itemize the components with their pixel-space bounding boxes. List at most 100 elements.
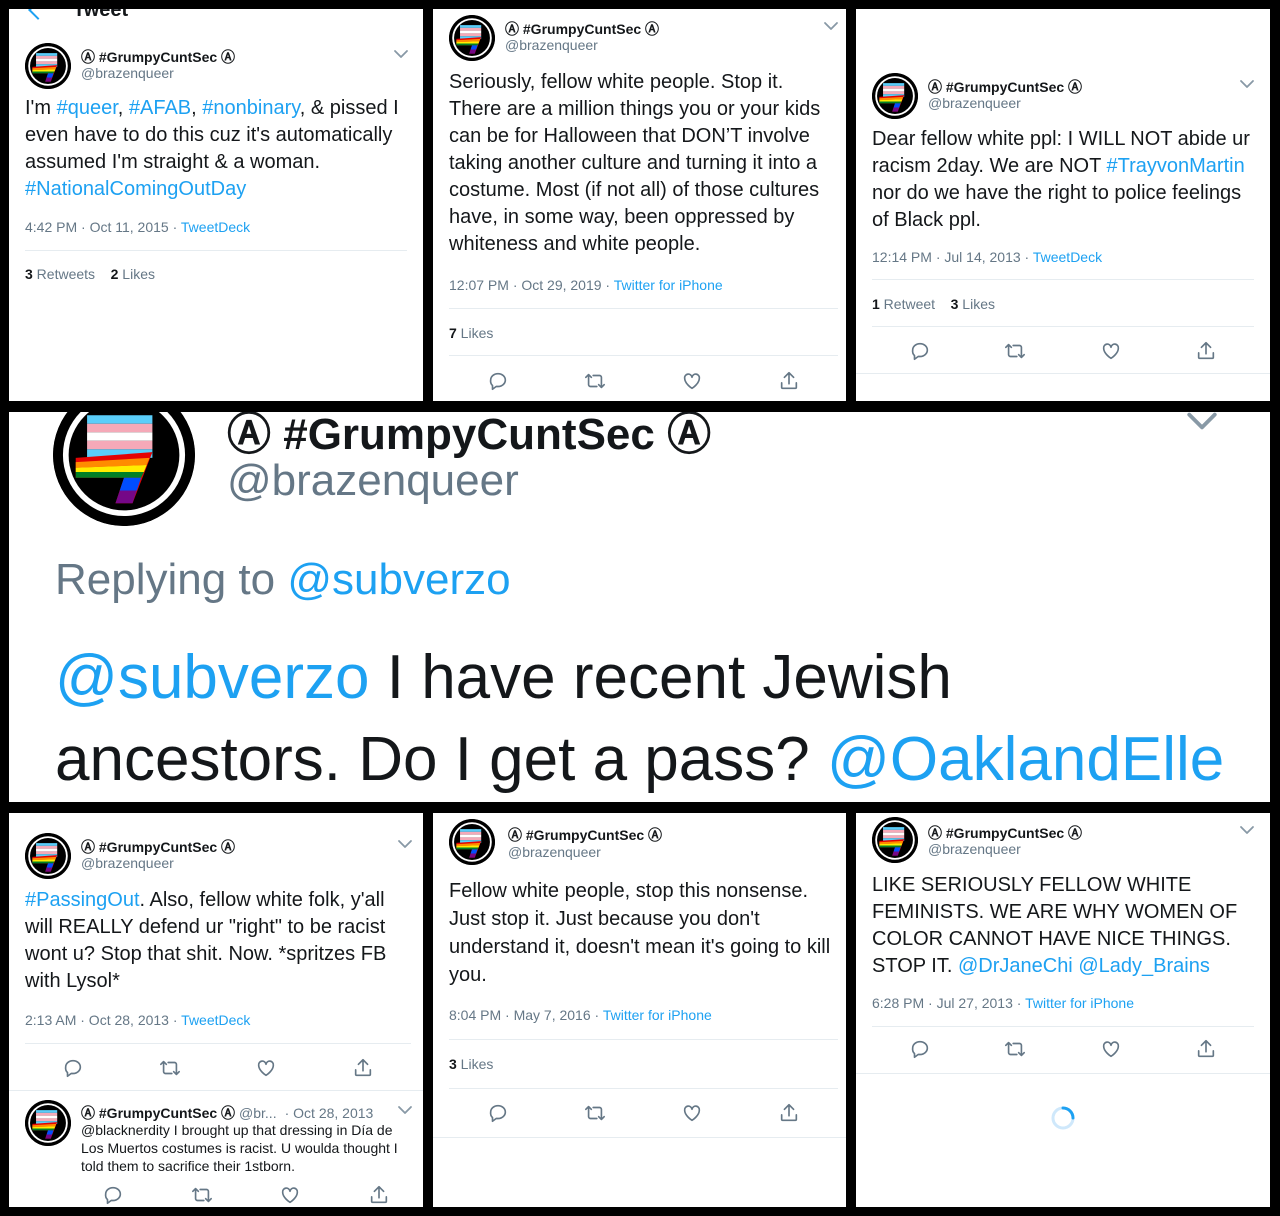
like-icon[interactable] — [681, 1102, 703, 1124]
chevron-down-icon[interactable] — [393, 49, 409, 59]
author-name[interactable]: Ⓐ #GrumpyCuntSec Ⓐ — [81, 837, 235, 857]
tweet-link[interactable]: #NationalComingOutDay — [25, 178, 246, 200]
author-handle[interactable]: @brazenqueer — [227, 456, 519, 506]
reply-icon[interactable] — [909, 340, 931, 362]
retweet-icon[interactable] — [159, 1057, 181, 1079]
tweet-text-segment: nor do we have the right to police feeli… — [872, 182, 1242, 231]
retweet-icon[interactable] — [584, 1102, 606, 1124]
chevron-down-icon[interactable] — [397, 1105, 413, 1115]
tweet-source-link[interactable]: Twitter for iPhone — [603, 1007, 712, 1023]
tweet-text-segment: Seriously, fellow white people. Stop it.… — [449, 71, 821, 255]
chevron-down-icon[interactable] — [1239, 825, 1255, 835]
author-handle[interactable]: @brazenqueer — [508, 844, 601, 860]
tweet-timestamp: 6:28 PM · Jul 27, 2013 · Twitter for iPh… — [872, 995, 1134, 1011]
tweet-source-link[interactable]: TweetDeck — [1033, 249, 1102, 265]
chevron-down-icon[interactable] — [1185, 412, 1219, 432]
tweet-stats[interactable]: 1 Retweet 3 Likes — [872, 296, 995, 312]
author-name[interactable]: Ⓐ #GrumpyCuntSec Ⓐ — [505, 19, 659, 39]
divider — [872, 326, 1254, 327]
reply-icon[interactable] — [909, 1038, 931, 1060]
tweet-link[interactable]: @OaklandElle — [827, 725, 1224, 794]
author-name[interactable]: Ⓐ #GrumpyCuntSec Ⓐ — [508, 825, 662, 845]
chevron-down-icon[interactable] — [823, 21, 839, 31]
tweet-link[interactable]: #AFAB — [129, 97, 191, 119]
reply-target-link[interactable]: @subverzo — [287, 555, 510, 604]
loading-spinner-icon — [1051, 1106, 1075, 1130]
avatar[interactable] — [25, 833, 71, 879]
author-handle[interactable]: @brazenqueer — [928, 95, 1021, 111]
author-name[interactable]: Ⓐ #GrumpyCuntSec Ⓐ — [928, 823, 1082, 843]
tweet-source-link[interactable]: Twitter for iPhone — [1025, 995, 1134, 1011]
divider — [449, 1039, 838, 1040]
avatar[interactable] — [449, 15, 495, 61]
avatar[interactable] — [25, 1100, 71, 1146]
author-handle[interactable]: @brazenqueer — [928, 841, 1021, 857]
back-arrow-icon[interactable] — [28, 9, 48, 20]
tweet-source-link[interactable]: Twitter for iPhone — [614, 277, 723, 293]
author-handle[interactable]: @brazenqueer — [505, 37, 598, 53]
like-icon[interactable] — [255, 1057, 277, 1079]
tweet-text: @subverzo I have recent Jewish ancestors… — [55, 637, 1235, 801]
tweet-panel-6: Ⓐ #GrumpyCuntSec Ⓐ @brazenqueer Fellow w… — [433, 813, 846, 1207]
tweet-link[interactable]: #queer — [57, 97, 118, 119]
share-icon[interactable] — [778, 370, 800, 392]
tweet-stats[interactable]: 7 Likes — [449, 325, 493, 341]
author-name[interactable]: Ⓐ #GrumpyCuntSec Ⓐ — [227, 412, 711, 462]
share-icon[interactable] — [352, 1057, 374, 1079]
divider — [25, 1043, 411, 1044]
chevron-down-icon[interactable] — [1239, 79, 1255, 89]
tweet-stats[interactable]: 3 Likes — [449, 1056, 493, 1072]
share-icon[interactable] — [778, 1102, 800, 1124]
reply-icon[interactable] — [62, 1057, 84, 1079]
like-icon[interactable] — [1100, 340, 1122, 362]
avatar[interactable] — [872, 73, 918, 119]
tweet-link[interactable]: @DrJaneChi — [958, 955, 1073, 977]
share-icon[interactable] — [1195, 340, 1217, 362]
tweet-text-segment: I'm — [25, 97, 57, 119]
divider — [872, 279, 1254, 280]
avatar[interactable] — [53, 412, 195, 526]
tweet-link[interactable]: #nonbinary — [202, 97, 299, 119]
avatar[interactable] — [25, 43, 71, 89]
author-handle[interactable]: @brazenqueer — [81, 855, 174, 871]
reply-icon[interactable] — [102, 1184, 124, 1206]
tweet-source-link[interactable]: TweetDeck — [181, 1012, 250, 1028]
tweet-stats[interactable]: 3 Retweets 2 Likes — [25, 266, 155, 282]
tweet-link[interactable]: @subverzo — [55, 643, 370, 712]
tweet-text-segment: , — [117, 97, 129, 119]
divider — [856, 1073, 1270, 1074]
replying-to: Replying to @subverzo — [55, 555, 511, 604]
like-icon[interactable] — [279, 1184, 301, 1206]
retweet-icon[interactable] — [1004, 1038, 1026, 1060]
reply-icon[interactable] — [487, 370, 509, 392]
like-icon[interactable] — [1100, 1038, 1122, 1060]
tweet-timestamp: 8:04 PM · May 7, 2016 · Twitter for iPho… — [449, 1007, 712, 1023]
author-handle[interactable]: @brazenqueer — [81, 65, 174, 81]
like-icon[interactable] — [681, 370, 703, 392]
tweet-actions — [449, 1101, 838, 1125]
avatar[interactable] — [449, 819, 495, 865]
retweet-icon[interactable] — [1004, 340, 1026, 362]
divider — [25, 250, 407, 251]
tweet-actions — [872, 339, 1254, 363]
retweet-icon[interactable] — [584, 370, 606, 392]
divider — [449, 308, 838, 309]
tweet-timestamp: 2:13 AM · Oct 28, 2013 · TweetDeck — [25, 1012, 251, 1028]
avatar[interactable] — [872, 817, 918, 863]
reply-icon[interactable] — [487, 1102, 509, 1124]
tweet-link[interactable]: #PassingOut — [25, 889, 140, 911]
share-icon[interactable] — [1195, 1038, 1217, 1060]
author-name[interactable]: Ⓐ #GrumpyCuntSec Ⓐ — [81, 47, 235, 67]
tweet-source-link[interactable]: TweetDeck — [181, 219, 250, 235]
tweet-link[interactable]: @Lady_Brains — [1078, 955, 1209, 977]
tweet-text: Seriously, fellow white people. Stop it.… — [449, 69, 839, 258]
share-icon[interactable] — [368, 1184, 390, 1206]
retweet-icon[interactable] — [191, 1184, 213, 1206]
tweet-actions — [449, 369, 838, 393]
tweet-panel-2: Ⓐ #GrumpyCuntSec Ⓐ @brazenqueer Seriousl… — [433, 9, 846, 401]
tweet-text: I'm #queer, #AFAB, #nonbinary, & pissed … — [25, 95, 413, 203]
author-name[interactable]: Ⓐ #GrumpyCuntSec Ⓐ — [928, 77, 1082, 97]
tweet-link[interactable]: #TrayvonMartin — [1107, 155, 1245, 177]
chevron-down-icon[interactable] — [397, 839, 413, 849]
tweet-timestamp: 12:07 PM · Oct 29, 2019 · Twitter for iP… — [449, 277, 723, 293]
